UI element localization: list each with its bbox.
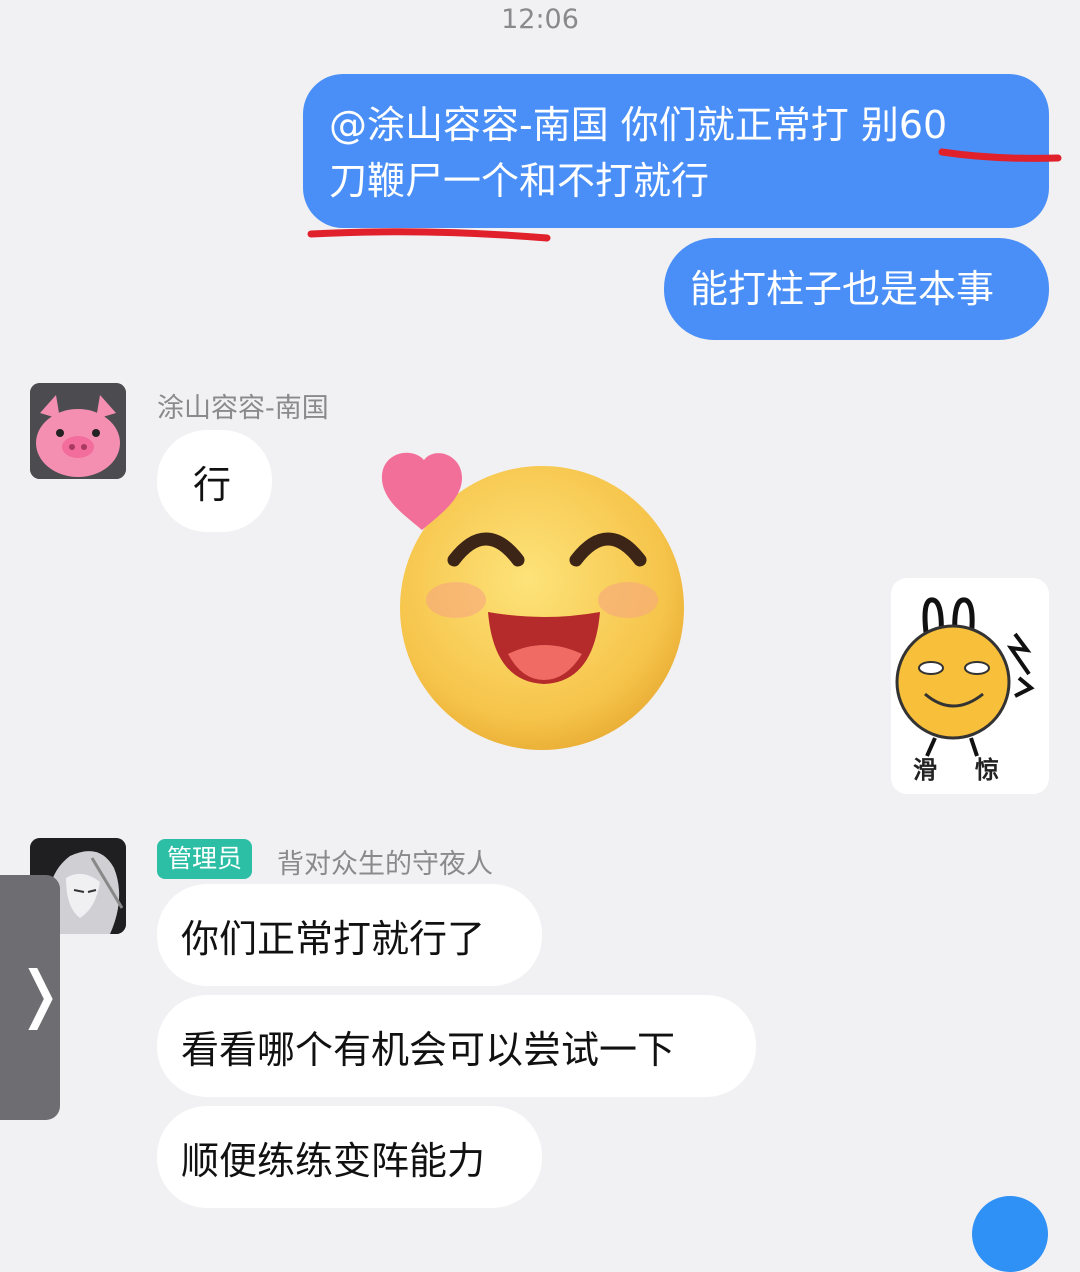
smiling-heart-emoji-icon[interactable] bbox=[376, 450, 696, 750]
incoming-message[interactable]: 你们正常打就行了 bbox=[157, 884, 542, 986]
incoming-message[interactable]: 行 bbox=[157, 430, 272, 532]
sticker-label: 滑 bbox=[913, 756, 937, 784]
annotation-underline bbox=[938, 148, 1062, 162]
sender-name: 背对众生的守夜人 bbox=[277, 849, 493, 880]
message-line: 刀鞭尸一个和不打就行 bbox=[329, 159, 710, 203]
message-text: 看看哪个有机会可以尝试一下 bbox=[181, 1027, 676, 1072]
annotation-underline bbox=[307, 228, 551, 242]
avatar[interactable] bbox=[30, 383, 126, 479]
scroll-down-button[interactable] bbox=[972, 1196, 1048, 1272]
message-text: 顺便练练变阵能力 bbox=[181, 1138, 486, 1183]
message-text: 能打柱子也是本事 bbox=[690, 267, 995, 311]
incoming-message[interactable]: 看看哪个有机会可以尝试一下 bbox=[157, 995, 756, 1097]
message-text: 你们正常打就行了 bbox=[181, 916, 486, 961]
sticker-label: 惊 bbox=[975, 756, 999, 784]
pink-pig-icon bbox=[30, 383, 126, 479]
message-text: 行 bbox=[193, 462, 232, 507]
side-panel-handle[interactable]: ❭ bbox=[0, 875, 66, 1120]
admin-badge: 管理员 bbox=[157, 839, 253, 879]
timestamp: 12:06 bbox=[501, 4, 579, 35]
chevron-right-icon: ❭ bbox=[14, 957, 66, 1030]
sender-name: 涂山容容-南国 bbox=[157, 393, 329, 424]
sticker-message[interactable]: 滑 惊 bbox=[891, 578, 1049, 794]
outgoing-message[interactable]: 能打柱子也是本事 bbox=[664, 238, 1049, 340]
incoming-message[interactable]: 顺便练练变阵能力 bbox=[157, 1106, 542, 1208]
message-line: @涂山容容-南国 你们就正常打 别60 bbox=[329, 103, 948, 147]
